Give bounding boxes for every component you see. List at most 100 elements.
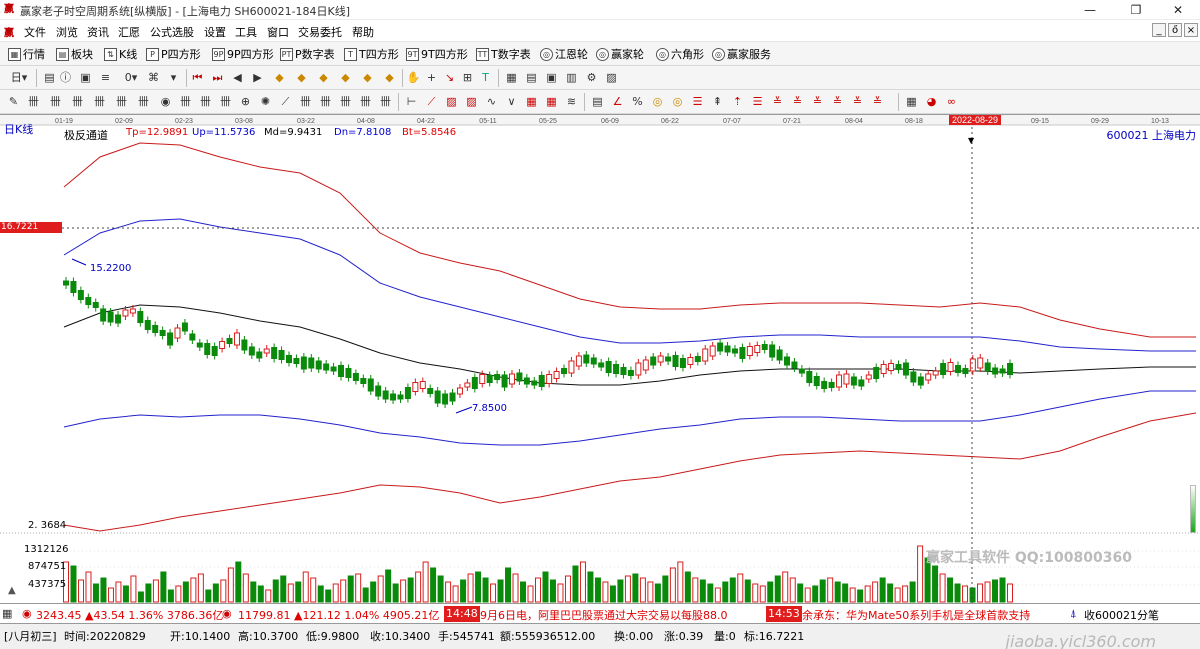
t-table-button[interactable]: TT T数字表 bbox=[476, 45, 531, 63]
bars-icon[interactable]: 卌 bbox=[178, 94, 193, 109]
kline-chart[interactable]: 01-19 02-09 02-23 03-08 03-22 04-08 04-22 05-11… bbox=[0, 115, 1200, 604]
mdi-close-button[interactable]: × bbox=[1184, 23, 1198, 37]
channel-icon[interactable]: ▨ bbox=[444, 94, 459, 109]
count-dropdown-icon[interactable]: 0▾ bbox=[120, 70, 142, 85]
bars5-icon[interactable]: 卌 bbox=[338, 94, 353, 109]
menu-formula-pick[interactable]: 公式选股 bbox=[150, 24, 194, 40]
fan2-icon[interactable]: ≚ bbox=[770, 94, 785, 109]
export-icon[interactable]: ▨ bbox=[604, 70, 619, 85]
lines-icon[interactable]: ☰ bbox=[750, 94, 765, 109]
menu-trade[interactable]: 交易委托 bbox=[298, 24, 342, 40]
maximize-button[interactable]: ❐ bbox=[1114, 0, 1158, 20]
winner-wheel-button[interactable]: ◎ 赢家轮 bbox=[596, 45, 644, 63]
cycle3-icon[interactable]: 卌 bbox=[70, 94, 85, 109]
last-icon[interactable]: ⏭ bbox=[210, 70, 225, 85]
infinity-icon[interactable]: ∞ bbox=[944, 94, 959, 109]
menu-browse[interactable]: 浏览 bbox=[56, 24, 78, 40]
zoom-fit-icon[interactable]: ◆ bbox=[316, 70, 331, 85]
bars7-icon[interactable]: 卌 bbox=[378, 94, 393, 109]
menu-help[interactable]: 帮助 bbox=[352, 24, 374, 40]
fan3-icon[interactable]: ≚ bbox=[790, 94, 805, 109]
mdi-restore-button[interactable]: ő bbox=[1168, 23, 1182, 37]
9t-square-button[interactable]: 9T 9T四方形 bbox=[406, 45, 468, 63]
menu-news[interactable]: 资讯 bbox=[87, 24, 109, 40]
crosshair-icon[interactable]: + bbox=[424, 70, 439, 85]
grid-red-icon[interactable]: ▦ bbox=[524, 94, 539, 109]
bars6-icon[interactable]: 卌 bbox=[358, 94, 373, 109]
page-icon[interactable]: ▣ bbox=[78, 70, 93, 85]
save-icon[interactable]: ▣ bbox=[544, 70, 559, 85]
line-icon[interactable]: ⊢ bbox=[404, 94, 419, 109]
gift-icon[interactable]: ⊞ bbox=[460, 70, 475, 85]
menu-file[interactable]: 文件 bbox=[24, 24, 46, 40]
hand-icon[interactable]: ✋ bbox=[406, 70, 421, 85]
menu-settings[interactable]: 设置 bbox=[204, 24, 226, 40]
news1-text[interactable]: 9月6日电，阿里巴巴股票通过大宗交易以每股88.0 bbox=[480, 607, 728, 623]
formula-dropdown-icon[interactable]: ▾ bbox=[166, 70, 181, 85]
minimize-button[interactable]: — bbox=[1068, 0, 1112, 20]
pen-icon[interactable]: ✎ bbox=[6, 94, 21, 109]
cycle5-icon[interactable]: 卌 bbox=[114, 94, 129, 109]
window-grid-icon[interactable]: ▦ bbox=[904, 94, 919, 109]
target-icon[interactable]: ⊕ bbox=[238, 94, 253, 109]
arrow-up-icon[interactable]: ⇞ bbox=[710, 94, 725, 109]
bell-icon[interactable]: ⍋ bbox=[1070, 607, 1077, 621]
grid-icon[interactable]: ▦ bbox=[2, 607, 12, 620]
tt-icon[interactable]: T bbox=[478, 70, 493, 85]
scroll-handle[interactable] bbox=[1190, 485, 1196, 533]
sun-icon[interactable]: ✺ bbox=[258, 94, 273, 109]
circle-icon[interactable]: ◉ bbox=[158, 94, 173, 109]
fan6-icon[interactable]: ≚ bbox=[850, 94, 865, 109]
slash-icon[interactable]: 卌 bbox=[198, 94, 213, 109]
diamond3-icon[interactable]: ◆ bbox=[382, 70, 397, 85]
list-icon[interactable]: ≡ bbox=[98, 70, 113, 85]
news2-text[interactable]: 余承东：华为Mate50系列手机是全球首款支持 bbox=[802, 607, 1030, 623]
winner-service-button[interactable]: ◎ 赢家服务 bbox=[712, 45, 771, 63]
bars3-icon[interactable]: 卌 bbox=[298, 94, 313, 109]
percent-icon[interactable]: % bbox=[630, 94, 645, 109]
zoom-in-icon[interactable]: ◆ bbox=[272, 70, 287, 85]
coin2-icon[interactable]: ◎ bbox=[670, 94, 685, 109]
arc-icon[interactable]: ∿ bbox=[484, 94, 499, 109]
menu-tools[interactable]: 工具 bbox=[235, 24, 257, 40]
calendar-icon[interactable]: ▦ bbox=[504, 70, 519, 85]
menu-window[interactable]: 窗口 bbox=[267, 24, 289, 40]
p-table-button[interactable]: PT P数字表 bbox=[280, 45, 335, 63]
cycle-lines-icon[interactable]: 卌 bbox=[26, 94, 41, 109]
quotes-button[interactable]: ▦ 行情 bbox=[8, 45, 45, 63]
formula-icon[interactable]: ⌘ bbox=[146, 70, 161, 85]
fan4-icon[interactable]: ≚ bbox=[810, 94, 825, 109]
sh-index[interactable]: 3243.45 ▲43.54 1.36% 3786.36亿 bbox=[36, 607, 223, 623]
left-icon[interactable]: ◀ bbox=[230, 70, 245, 85]
period-dropdown-icon[interactable]: 日▾ bbox=[6, 70, 32, 85]
coin-icon[interactable]: ◎ bbox=[650, 94, 665, 109]
fan5-icon[interactable]: ≚ bbox=[830, 94, 845, 109]
menu-wishes[interactable]: 汇愿 bbox=[118, 24, 140, 40]
ray-icon[interactable]: ⟋ bbox=[424, 94, 439, 109]
stack-icon[interactable]: ☰ bbox=[690, 94, 705, 109]
angle-icon[interactable]: ∠ bbox=[610, 94, 625, 109]
bars4-icon[interactable]: 卌 bbox=[318, 94, 333, 109]
p-square-button[interactable]: P P四方形 bbox=[146, 45, 201, 63]
channel2-icon[interactable]: ▨ bbox=[464, 94, 479, 109]
info-icon[interactable]: ⓘ bbox=[58, 70, 73, 85]
arrow-icon[interactable]: ⇡ bbox=[730, 94, 745, 109]
9p-square-button[interactable]: 9P 9P四方形 bbox=[212, 45, 274, 63]
settings-icon[interactable]: ⚙ bbox=[584, 70, 599, 85]
cycle4-icon[interactable]: 卌 bbox=[92, 94, 107, 109]
gann-wheel-button[interactable]: ◎ 江恩轮 bbox=[540, 45, 588, 63]
cycle2-icon[interactable]: 卌 bbox=[48, 94, 63, 109]
fan7-icon[interactable]: ≚ bbox=[870, 94, 885, 109]
color-wheel-icon[interactable]: ◕ bbox=[924, 94, 939, 109]
wave-icon[interactable]: ∨ bbox=[504, 94, 519, 109]
mdi-app-icon[interactable]: 赢 bbox=[4, 24, 18, 39]
t-square-button[interactable]: T T四方形 bbox=[344, 45, 399, 63]
sector-button[interactable]: ▤ 板块 bbox=[56, 45, 93, 63]
ruler-icon[interactable]: ▤ bbox=[590, 94, 605, 109]
sz-index[interactable]: 11799.81 ▲121.12 1.04% 4905.21亿 bbox=[238, 607, 439, 623]
print-icon[interactable]: ▥ bbox=[564, 70, 579, 85]
first-icon[interactable]: ⏮ bbox=[190, 70, 205, 85]
fib-icon[interactable]: ≋ bbox=[564, 94, 579, 109]
chart-type-icon[interactable]: ▤ bbox=[42, 70, 57, 85]
kline-button[interactable]: ⇅ K线 bbox=[104, 45, 137, 63]
